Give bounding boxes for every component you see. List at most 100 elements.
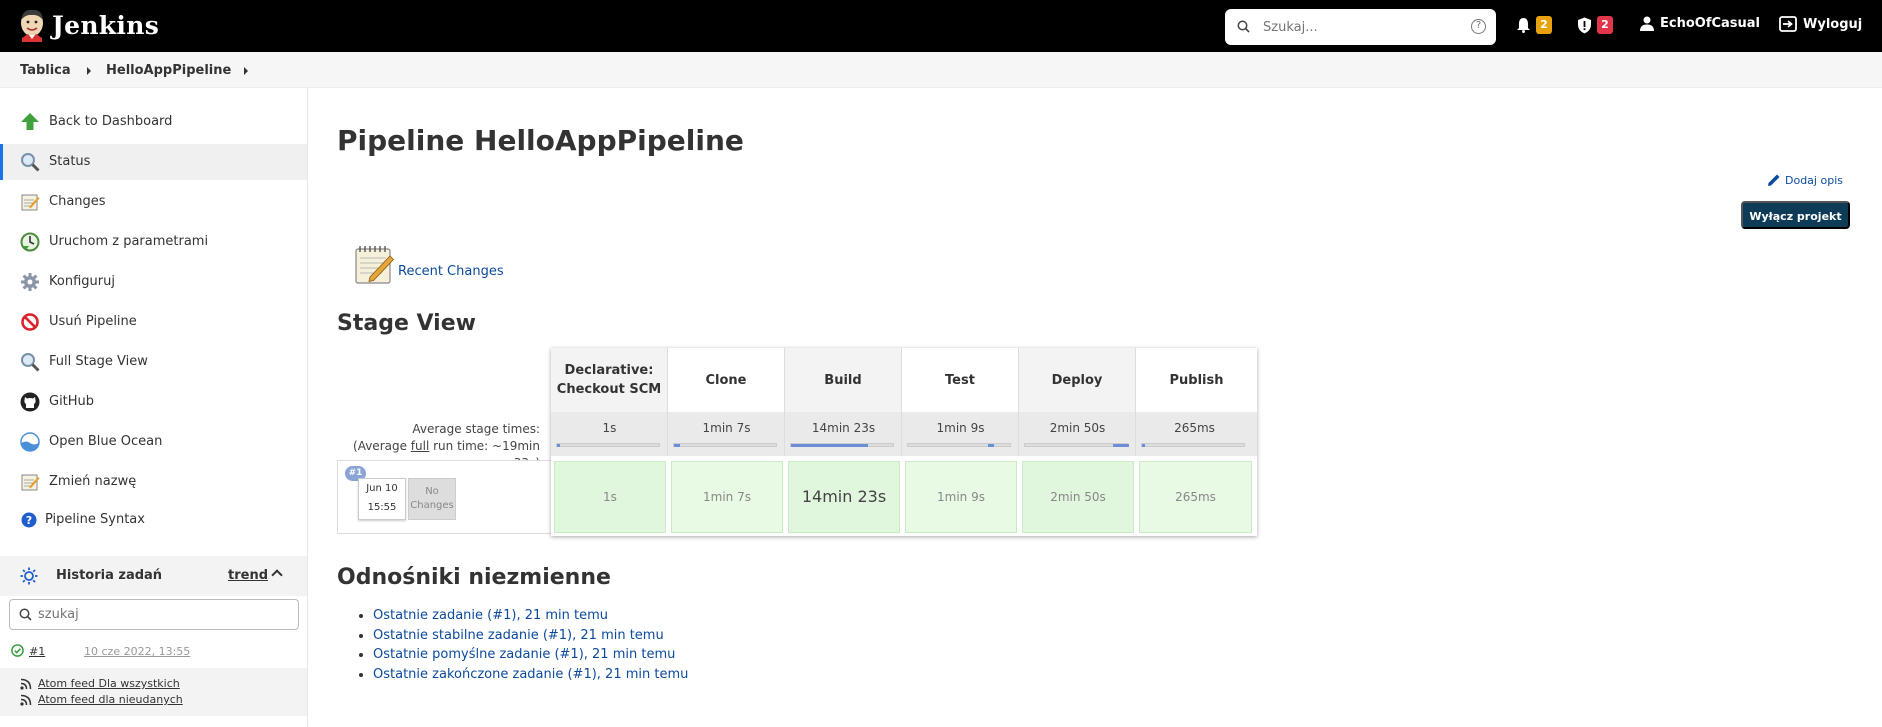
sidebar-item-label: Open Blue Ocean [49, 434, 163, 449]
stage-average-time: 265ms [1174, 421, 1215, 435]
permalink-last-completed[interactable]: Ostatnie zakończone zadanie (#1), 21 min… [373, 667, 688, 682]
sidebar-item-open-blue-ocean[interactable]: Open Blue Ocean [0, 424, 307, 460]
stage-average-time: 14min 23s [811, 421, 876, 435]
permalinks-list: Ostatnie zadanie (#1), 21 min temu Ostat… [357, 606, 688, 684]
stage-header: Clone [668, 348, 785, 412]
add-description-link[interactable]: Dodaj opis [1766, 172, 1843, 188]
average-full-link[interactable]: full [411, 439, 430, 453]
stage-average: 2min 50s [1019, 412, 1136, 456]
stage-cell-success[interactable]: 2min 50s [1022, 461, 1134, 533]
sidebar-item-rename[interactable]: Zmień nazwę [0, 464, 307, 500]
no-entry-icon [21, 313, 39, 331]
stage-average-time: 1min 9s [936, 421, 985, 435]
breadcrumb-dashboard[interactable]: Tablica [20, 63, 71, 78]
sidebar-item-label: Back to Dashboard [49, 114, 173, 129]
stage-name: Checkout SCM [556, 382, 662, 397]
stage-average-time: 1s [602, 421, 617, 435]
sidebar-item-build-with-parameters[interactable]: Uruchom z parametrami [0, 224, 307, 260]
svg-text:?: ? [26, 514, 32, 527]
no-changes-text: Changes [410, 500, 454, 511]
sidebar: Back to Dashboard Status Changes Uruchom… [0, 88, 308, 727]
stage-name: Deploy [1051, 372, 1103, 388]
stage-cell-success[interactable]: 1min 9s [905, 461, 1017, 533]
stage-average: 14min 23s [785, 412, 902, 456]
average-label-text: (Average [353, 439, 411, 453]
stage-cell-success[interactable]: 14min 23s [788, 461, 900, 533]
stage-average-bar [673, 443, 777, 447]
build-number-link[interactable]: #1 [29, 645, 45, 658]
notepad-icon [355, 246, 395, 284]
collapse-chevron-icon[interactable] [271, 569, 283, 581]
no-changes-text: No [425, 486, 439, 497]
list-item: Ostatnie zakończone zadanie (#1), 21 min… [373, 665, 688, 685]
stage-header: Test [902, 348, 1019, 412]
permalinks-title: Odnośniki niezmienne [337, 565, 611, 590]
sidebar-item-changes[interactable]: Changes [0, 184, 307, 220]
notifications-badge: 2 [1536, 16, 1552, 34]
shield-alert-icon [1578, 17, 1591, 33]
breadcrumb-chevron-icon[interactable] [244, 67, 248, 75]
logout-button[interactable]: Wyloguj [1779, 16, 1862, 32]
search-box[interactable]: ? [1225, 9, 1496, 45]
build-history-search[interactable] [9, 599, 299, 630]
security-button[interactable]: 2 [1577, 16, 1613, 34]
sidebar-item-label: Pipeline Syntax [45, 512, 145, 527]
stage-cell-success[interactable]: 1s [554, 461, 666, 533]
notepad-icon [21, 194, 40, 211]
permalink-last-successful[interactable]: Ostatnie pomyślne zadanie (#1), 21 min t… [373, 647, 675, 662]
sidebar-item-label: Status [49, 154, 91, 169]
recent-changes-link[interactable]: Recent Changes [398, 264, 504, 279]
logout-icon [1779, 16, 1797, 32]
user-menu[interactable]: EchoOfCasual [1640, 16, 1760, 31]
app-title: Jenkins [52, 10, 160, 40]
sidebar-item-full-stage-view[interactable]: Full Stage View [0, 344, 307, 380]
average-label-text: run time: ~19min [429, 439, 540, 453]
notifications-button[interactable]: 2 [1516, 16, 1552, 34]
build-history-search-input[interactable] [38, 607, 278, 622]
jenkins-logo[interactable]: Jenkins [18, 8, 159, 42]
up-arrow-icon [21, 113, 39, 130]
stage-average-bar [907, 443, 1011, 447]
breadcrumb-job[interactable]: HelloAppPipeline [106, 63, 231, 78]
sidebar-item-label: Changes [49, 194, 106, 209]
user-icon [1640, 16, 1654, 31]
atom-feeds: Atom feed Dla wszystkich Atom feed dla n… [0, 668, 307, 716]
atom-feed-all-link[interactable]: Atom feed Dla wszystkich [38, 677, 180, 690]
logout-label: Wyloguj [1803, 16, 1863, 32]
search-help-icon[interactable]: ? [1471, 19, 1486, 34]
build-date-link[interactable]: 10 cze 2022, 13:55 [84, 645, 190, 658]
pencil-icon [1768, 174, 1780, 186]
permalink-last-build[interactable]: Ostatnie zadanie (#1), 21 min temu [373, 608, 608, 623]
stage-cell-success[interactable]: 265ms [1139, 461, 1252, 533]
average-label-line-1: Average stage times: [412, 422, 540, 436]
atom-feed-failed-link[interactable]: Atom feed dla nieudanych [38, 693, 183, 706]
stage-average-bar-fill [988, 444, 994, 447]
stage-average-time: 1min 7s [702, 421, 751, 435]
stage-average-bar-fill [674, 444, 680, 447]
sidebar-item-back-to-dashboard[interactable]: Back to Dashboard [0, 104, 307, 140]
sidebar-item-delete-pipeline[interactable]: Usuń Pipeline [0, 304, 307, 340]
stage-average-bar [790, 443, 894, 447]
top-header: Jenkins ? 2 2 EchoOfCasual [0, 0, 1882, 52]
run-date[interactable]: Jun 10 15:55 [358, 478, 406, 520]
notepad-icon [21, 474, 40, 491]
sidebar-item-status[interactable]: Status [0, 144, 307, 180]
build-history-header: Historia zadań trend [0, 556, 307, 596]
permalink-last-stable[interactable]: Ostatnie stabilne zadanie (#1), 21 min t… [373, 628, 664, 643]
stage-name: Clone [705, 372, 747, 388]
stage-average-bar [1024, 443, 1129, 447]
sidebar-item-github[interactable]: GitHub [0, 384, 307, 420]
sidebar-item-configure[interactable]: Konfiguruj [0, 264, 307, 300]
stage-cell-success[interactable]: 1min 7s [671, 461, 783, 533]
stage-average-bar [556, 443, 660, 447]
no-changes-box: No Changes [408, 478, 456, 520]
sidebar-item-pipeline-syntax[interactable]: ? Pipeline Syntax [0, 502, 307, 538]
trend-link[interactable]: trend [228, 568, 268, 583]
breadcrumb-chevron-icon[interactable] [87, 67, 91, 75]
blue-ocean-icon [20, 432, 40, 452]
stage-name: Test [945, 372, 975, 388]
github-icon [20, 392, 40, 412]
search-input[interactable] [1263, 17, 1453, 37]
build-history-row[interactable]: #1 10 cze 2022, 13:55 [0, 640, 307, 662]
disable-project-button[interactable]: Wyłącz projekt [1741, 201, 1850, 229]
